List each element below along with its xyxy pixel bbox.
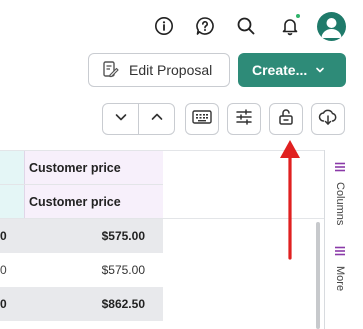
help-chat-icon[interactable]: [191, 12, 219, 40]
sliders-icon: [235, 108, 253, 131]
table-row[interactable]: 0 $575.00: [0, 253, 163, 287]
tab-more-label: More: [334, 266, 346, 292]
annotation-arrow: [279, 138, 301, 265]
search-icon[interactable]: [232, 12, 260, 40]
chevron-down-icon: [114, 110, 128, 129]
download-button[interactable]: [311, 103, 345, 135]
header-row: Customer price: [0, 185, 163, 219]
chevron-down-icon: [315, 62, 325, 78]
table-row[interactable]: 0 $862.50: [0, 287, 163, 321]
header-cell-customer-price[interactable]: Customer price: [24, 151, 163, 185]
table-cell: 0: [0, 229, 7, 243]
row-navigation-group: [102, 103, 175, 135]
side-panel: Columns More: [324, 150, 354, 329]
info-icon[interactable]: [150, 12, 178, 40]
vertical-scrollbar[interactable]: [316, 222, 320, 329]
chevron-up-icon: [150, 110, 164, 129]
table-cell: $862.50: [101, 297, 145, 311]
settings-sliders-button[interactable]: [227, 103, 261, 135]
tab-columns[interactable]: Columns: [325, 160, 355, 225]
create-label: Create...: [252, 62, 308, 78]
table-cell: $575.00: [101, 229, 145, 243]
header-row: Customer price: [0, 151, 163, 185]
table-cell: 0: [0, 297, 7, 311]
header-cell-left: [0, 185, 24, 219]
edit-proposal-button[interactable]: Edit Proposal: [88, 53, 230, 87]
keyboard-shortcuts-button[interactable]: [185, 103, 219, 135]
edit-proposal-label: Edit Proposal: [129, 62, 213, 78]
previous-row-button[interactable]: [139, 104, 174, 134]
table-cell: $575.00: [101, 263, 145, 277]
user-avatar[interactable]: [317, 12, 346, 41]
notification-dot: [295, 13, 301, 19]
keyboard-icon: [192, 109, 212, 130]
download-cloud-icon: [318, 108, 338, 131]
unlock-icon: [277, 108, 295, 131]
tab-more[interactable]: More: [325, 244, 355, 291]
header-cell-left: [0, 151, 24, 185]
edit-document-icon: [101, 60, 119, 81]
unlock-button[interactable]: [269, 103, 303, 135]
table-row[interactable]: 0 $575.00: [0, 219, 163, 253]
tab-columns-label: Columns: [334, 182, 346, 226]
table-cell: 0: [0, 263, 7, 277]
next-row-button[interactable]: [103, 104, 139, 134]
more-icon: [334, 244, 346, 262]
header-cell-customer-price[interactable]: Customer price: [24, 185, 163, 219]
create-button[interactable]: Create...: [238, 53, 346, 87]
columns-icon: [334, 160, 346, 178]
